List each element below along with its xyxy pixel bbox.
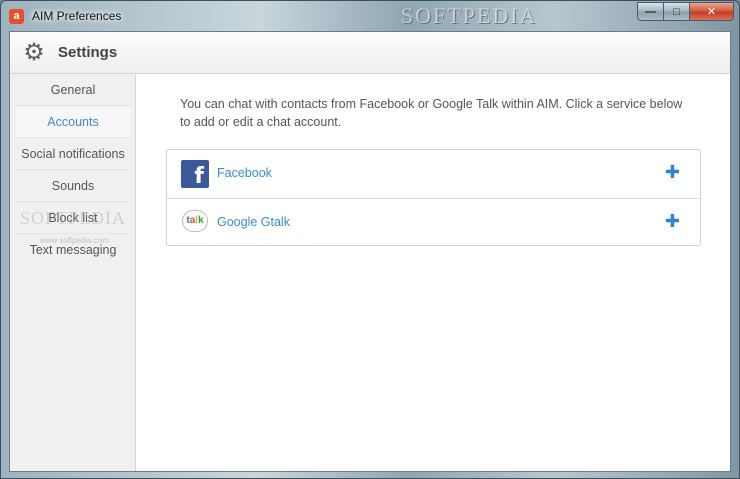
settings-header: ⚙ Settings xyxy=(10,32,730,74)
gear-icon: ⚙ xyxy=(23,39,45,66)
service-name[interactable]: Facebook xyxy=(217,166,272,180)
facebook-icon: f xyxy=(181,160,209,189)
client-area: ⚙ Settings General Accounts Social notif… xyxy=(9,31,731,472)
window-title: AIM Preferences xyxy=(32,9,122,23)
sidebar-item-sounds[interactable]: Sounds xyxy=(16,170,130,202)
plus-icon[interactable]: ✚ xyxy=(665,162,680,183)
page-title: Settings xyxy=(58,44,118,61)
service-row-facebook[interactable]: f Facebook ✚ xyxy=(167,150,700,198)
intro-text: You can chat with contacts from Facebook… xyxy=(180,97,683,129)
close-button[interactable]: ✕ xyxy=(690,2,734,21)
service-name[interactable]: Google Gtalk xyxy=(217,215,290,229)
sidebar-watermark-url: www.softpedia.com xyxy=(40,236,109,245)
aim-app-icon[interactable]: a xyxy=(9,9,24,24)
sidebar: General Accounts Social notifications So… xyxy=(10,74,136,471)
accounts-panel: You can chat with contacts from Facebook… xyxy=(136,74,730,471)
caption-buttons: — □ ✕ xyxy=(637,2,734,21)
google-talk-icon: talk xyxy=(182,210,208,232)
app-window: a AIM Preferences SOFTPEDIA — □ ✕ ⚙ Sett… xyxy=(0,0,740,479)
maximize-button[interactable]: □ xyxy=(664,2,690,21)
softpedia-watermark: SOFTPEDIA xyxy=(401,3,538,28)
sidebar-item-accounts[interactable]: Accounts xyxy=(16,106,130,138)
sidebar-watermark: SOFTPEDIA xyxy=(20,208,127,228)
minimize-button[interactable]: — xyxy=(637,2,664,21)
sidebar-item-social-notifications[interactable]: Social notifications xyxy=(16,138,130,170)
sidebar-item-general[interactable]: General xyxy=(16,74,130,106)
service-row-google-gtalk[interactable]: talk Google Gtalk ✚ xyxy=(167,198,700,246)
plus-icon[interactable]: ✚ xyxy=(665,211,680,232)
title-bar[interactable]: a AIM Preferences SOFTPEDIA — □ ✕ xyxy=(1,1,739,31)
service-list: f Facebook ✚ talk Google Gtalk ✚ xyxy=(166,149,701,246)
